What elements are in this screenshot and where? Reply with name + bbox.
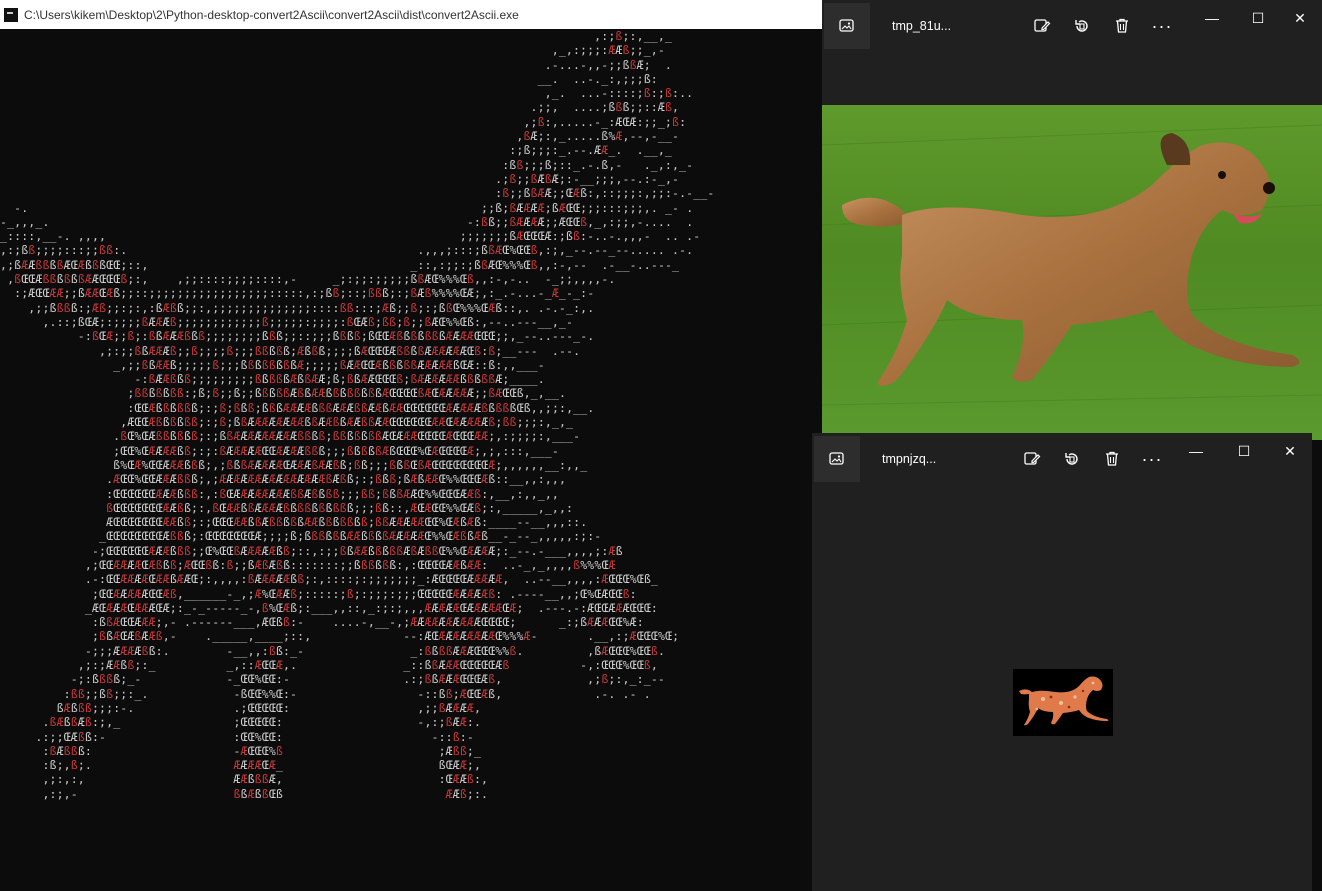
edit-icon[interactable] [1012,439,1052,479]
ascii-art-output: ,:;ß;:,__,_ ,_,:;;;:ÆÆß;;_,- .-...-,,-;;… [0,29,715,801]
close-button[interactable]: ✕ [1268,437,1312,465]
photos-window-ascii: tmpnjzq... ··· — ☐ ✕ [812,433,1312,891]
edit-icon[interactable] [1022,6,1062,46]
minimize-button[interactable]: — [1174,437,1218,465]
console-titlebar[interactable]: C:\Users\kikem\Desktop\2\Python-desktop-… [0,0,822,29]
console-title: C:\Users\kikem\Desktop\2\Python-desktop-… [24,7,519,22]
photos-app-icon[interactable] [814,436,860,482]
photos-window-original: tmp_81u... ··· — ☐ ✕ [822,0,1322,440]
more-icon[interactable]: ··· [1132,439,1172,479]
ascii-dog-thumbnail [1013,669,1113,736]
console-app-icon [4,7,18,22]
rotate-icon[interactable] [1052,439,1092,479]
maximize-button[interactable]: ☐ [1222,437,1266,465]
minimize-button[interactable]: — [1190,4,1234,32]
more-icon[interactable]: ··· [1142,6,1182,46]
delete-icon[interactable] [1092,439,1132,479]
dog-photo [822,105,1322,440]
maximize-button[interactable]: ☐ [1236,4,1280,32]
photos-filename: tmpnjzq... [882,452,937,466]
photos-app-icon[interactable] [824,3,870,49]
photos-filename: tmp_81u... [892,19,952,33]
rotate-icon[interactable] [1062,6,1102,46]
delete-icon[interactable] [1102,6,1142,46]
console-window: C:\Users\kikem\Desktop\2\Python-desktop-… [0,0,822,891]
close-button[interactable]: ✕ [1278,4,1322,32]
console-output: ,:;ß;:,__,_ ,_,:;;;:ÆÆß;;_,- .-...-,,-;;… [0,29,822,891]
